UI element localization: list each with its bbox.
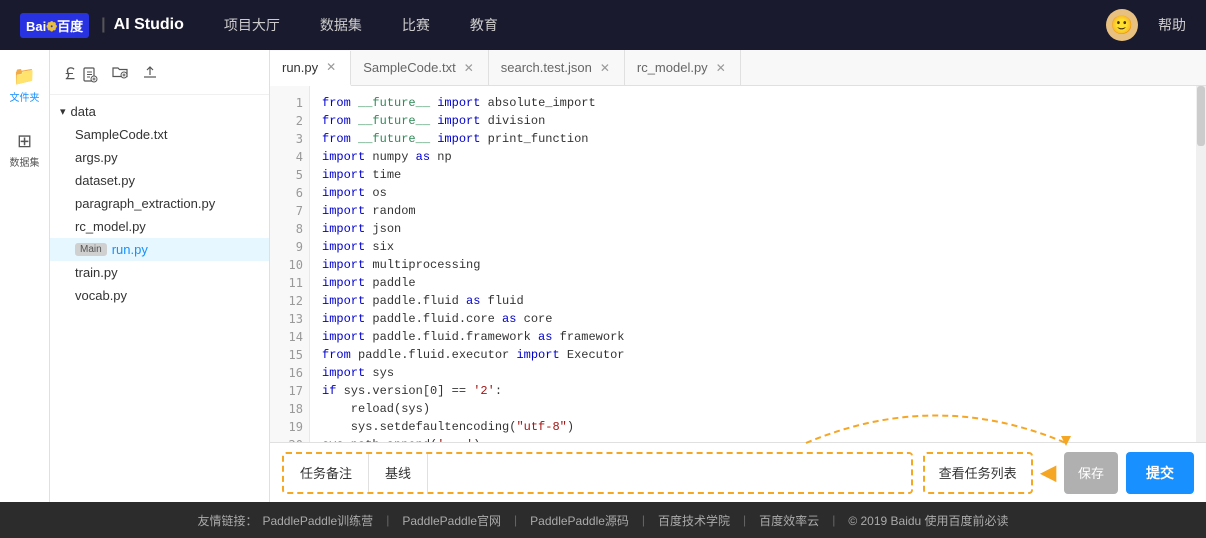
baseline-label: 基线 bbox=[385, 463, 411, 482]
main-badge: Main bbox=[75, 243, 107, 256]
folder-data[interactable]: ▾ data bbox=[50, 100, 269, 123]
tab-label: run.py bbox=[282, 60, 318, 75]
studio-label: AI Studio bbox=[114, 16, 184, 34]
footer-link-1[interactable]: PaddlePaddle官网 bbox=[402, 512, 501, 529]
top-nav: Bai❁百度 | AI Studio 项目大厅 数据集 比赛 教育 🙂 帮助 bbox=[0, 0, 1206, 50]
arrow-right-icon: ◀ bbox=[1041, 460, 1056, 485]
main-area: 📁 文件夹 ⊞ 数据集 ￡ bbox=[0, 50, 1206, 502]
sidebar-label-files: 文件夹 bbox=[10, 89, 40, 104]
file-item-vocab[interactable]: vocab.py bbox=[50, 284, 269, 307]
file-name: run.py bbox=[112, 242, 148, 257]
folder-name: data bbox=[71, 104, 96, 119]
nav-item-datasets[interactable]: 数据集 bbox=[320, 10, 362, 40]
file-name: train.py bbox=[75, 265, 118, 280]
view-tasks-label: 查看任务列表 bbox=[939, 463, 1017, 482]
new-file-icon[interactable]: ￡ bbox=[60, 58, 100, 86]
file-item-train[interactable]: train.py bbox=[50, 261, 269, 284]
task-note-tab[interactable]: 任务备注 bbox=[284, 454, 369, 492]
scrollbar-y[interactable] bbox=[1196, 86, 1206, 442]
task-right: 查看任务列表 ◀ 保存 提交 bbox=[923, 452, 1194, 494]
tab-rcmodel[interactable]: rc_model.py ✕ bbox=[625, 50, 741, 85]
baidu-icon: Bai❁百度 bbox=[20, 13, 89, 38]
footer-link-4[interactable]: 百度效率云 bbox=[759, 512, 819, 529]
file-item-paragraph[interactable]: paragraph_extraction.py bbox=[50, 192, 269, 215]
file-item-samplecode[interactable]: SampleCode.txt bbox=[50, 123, 269, 146]
nav-item-projects[interactable]: 项目大厅 bbox=[224, 10, 280, 40]
code-content[interactable]: from __future__ import absolute_import f… bbox=[310, 86, 1206, 442]
footer-link-3[interactable]: 百度技术学院 bbox=[658, 512, 730, 529]
baseline-tab[interactable]: 基线 bbox=[369, 454, 428, 492]
sidebar-icons: 📁 文件夹 ⊞ 数据集 bbox=[0, 50, 50, 502]
save-button[interactable]: 保存 bbox=[1064, 452, 1118, 494]
tab-close-samplecode[interactable]: ✕ bbox=[462, 61, 476, 75]
submit-button[interactable]: 提交 bbox=[1126, 452, 1194, 494]
nav-right: 🙂 帮助 bbox=[1106, 9, 1186, 41]
grid-icon: ⊞ bbox=[17, 131, 32, 152]
folder-arrow-icon: ▾ bbox=[60, 105, 66, 118]
tab-runpy[interactable]: run.py ✕ bbox=[270, 51, 351, 86]
file-item-args[interactable]: args.py bbox=[50, 146, 269, 169]
line-numbers: 123456789101112131415161718192021222324 bbox=[270, 86, 310, 442]
avatar[interactable]: 🙂 bbox=[1106, 9, 1138, 41]
folder-icon: 📁 bbox=[13, 66, 35, 87]
scrollbar-thumb bbox=[1197, 86, 1205, 146]
task-input-field[interactable] bbox=[428, 454, 911, 492]
file-name: vocab.py bbox=[75, 288, 127, 303]
file-toolbar: ￡ bbox=[50, 50, 269, 95]
nav-separator: | bbox=[101, 16, 105, 34]
submit-label: 提交 bbox=[1146, 463, 1174, 483]
footer-prefix: 友情链接： bbox=[197, 512, 257, 529]
file-item-runpy[interactable]: Main run.py bbox=[50, 238, 269, 261]
tab-label: SampleCode.txt bbox=[363, 60, 456, 75]
tab-close-runpy[interactable]: ✕ bbox=[324, 60, 338, 74]
tab-label: rc_model.py bbox=[637, 60, 708, 75]
editor-area: run.py ✕ SampleCode.txt ✕ search.test.js… bbox=[270, 50, 1206, 502]
code-editor: 123456789101112131415161718192021222324 … bbox=[270, 86, 1206, 442]
file-name: SampleCode.txt bbox=[75, 127, 168, 142]
logo: Bai❁百度 | AI Studio bbox=[20, 13, 184, 38]
nav-menu: 项目大厅 数据集 比赛 教育 bbox=[224, 10, 1106, 40]
nav-item-competition[interactable]: 比赛 bbox=[402, 10, 430, 40]
footer-link-0[interactable]: PaddlePaddle训练营 bbox=[262, 512, 373, 529]
sidebar-item-files[interactable]: 📁 文件夹 bbox=[0, 60, 49, 110]
footer-link-2[interactable]: PaddlePaddle源码 bbox=[530, 512, 629, 529]
sidebar-item-datasets[interactable]: ⊞ 数据集 bbox=[0, 125, 49, 175]
file-item-rcmodel[interactable]: rc_model.py bbox=[50, 215, 269, 238]
tab-searchtest[interactable]: search.test.json ✕ bbox=[489, 50, 625, 85]
tab-label: search.test.json bbox=[501, 60, 592, 75]
tab-bar: run.py ✕ SampleCode.txt ✕ search.test.js… bbox=[270, 50, 1206, 86]
file-name: rc_model.py bbox=[75, 219, 146, 234]
save-label: 保存 bbox=[1078, 463, 1104, 482]
nav-item-education[interactable]: 教育 bbox=[470, 10, 498, 40]
new-folder-icon[interactable] bbox=[110, 61, 130, 83]
view-tasks-button[interactable]: 查看任务列表 bbox=[923, 452, 1033, 494]
tab-close-rcmodel[interactable]: ✕ bbox=[714, 61, 728, 75]
upload-icon[interactable] bbox=[140, 61, 160, 83]
file-name: paragraph_extraction.py bbox=[75, 196, 215, 211]
footer: 友情链接： PaddlePaddle训练营 | PaddlePaddle官网 |… bbox=[0, 502, 1206, 538]
bottom-toolbar: 任务备注 基线 查看任务列表 ◀ 保存 提交 bbox=[270, 442, 1206, 502]
tab-samplecode[interactable]: SampleCode.txt ✕ bbox=[351, 50, 489, 85]
tab-close-searchtest[interactable]: ✕ bbox=[598, 61, 612, 75]
task-note-label: 任务备注 bbox=[300, 463, 352, 482]
file-panel: ￡ bbox=[50, 50, 270, 502]
footer-copyright: © 2019 Baidu 使用百度前必读 bbox=[848, 512, 1008, 529]
sidebar-label-datasets: 数据集 bbox=[10, 154, 40, 169]
file-tree: ▾ data SampleCode.txt args.py dataset.py… bbox=[50, 95, 269, 502]
file-name: dataset.py bbox=[75, 173, 135, 188]
task-input-area: 任务备注 基线 bbox=[282, 452, 913, 494]
help-link[interactable]: 帮助 bbox=[1158, 15, 1186, 35]
file-name: args.py bbox=[75, 150, 118, 165]
file-item-dataset[interactable]: dataset.py bbox=[50, 169, 269, 192]
